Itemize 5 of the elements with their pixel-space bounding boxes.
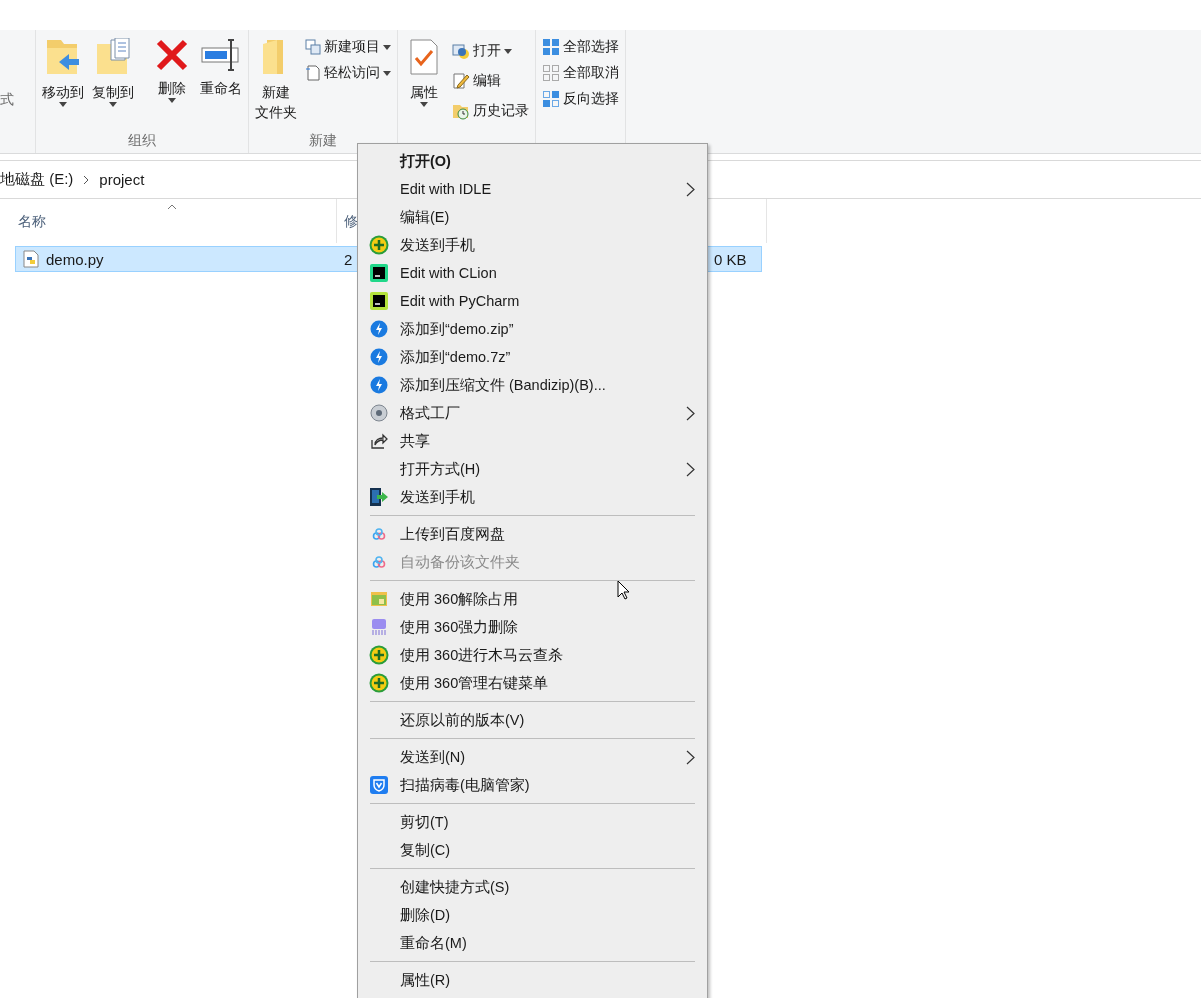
table-cell-text: 2 [344, 250, 354, 268]
file-name: demo.py [46, 250, 105, 268]
group-label: 组织 [127, 131, 157, 150]
group-label: 新建 [308, 131, 338, 150]
file-size: 0 KB [714, 250, 747, 268]
